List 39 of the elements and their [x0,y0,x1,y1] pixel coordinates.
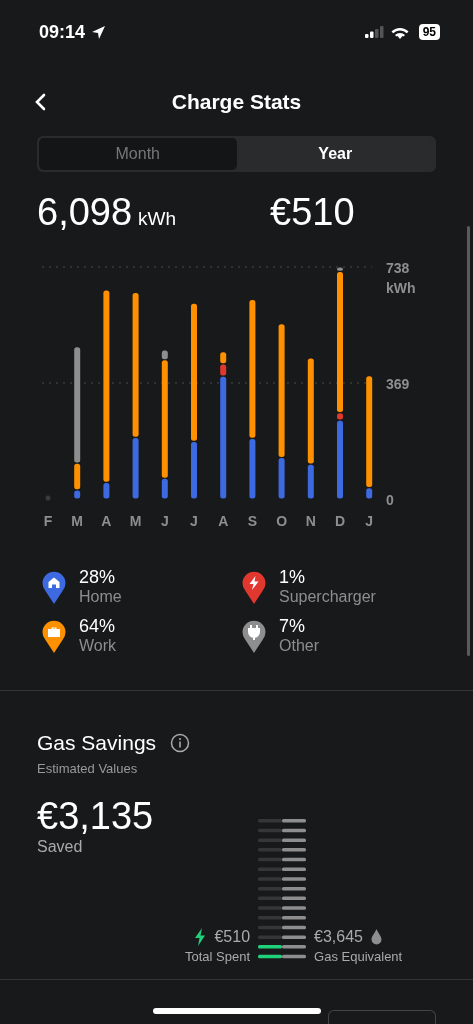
gas-label: Gas Equivalent [314,948,403,964]
y-tick-label: 369 [386,376,410,392]
month-label: M [129,513,142,529]
savings-amount: €3,135 [37,794,155,838]
month-label: J [190,513,198,529]
month-label: A [218,513,229,529]
cost-total: €510 [270,190,355,234]
location-type-label: Supercharger [279,588,376,606]
location-type-label: Home [79,588,122,606]
location-type-label: Other [279,637,319,655]
month-label: D [334,513,346,529]
location-type-label: Work [79,637,117,655]
share-percent: 1% [279,567,306,588]
month-label: J [160,513,169,529]
y-tick-label: 738 [386,260,410,276]
share-percent: 64% [79,616,117,637]
month-label: A [101,513,112,529]
month-label: S [247,513,258,529]
share-percent: 28% [79,567,117,588]
month-label: F [43,513,53,529]
spent-label: Total Spent [185,948,251,964]
page-title: Charge Stats [171,90,302,114]
month-label: J [365,513,374,529]
battery-level: 95 [418,24,440,40]
y-axis-unit: kWh [386,280,416,296]
section-subtitle: Estimated Values [37,761,139,776]
status-time: 09:14 [39,21,86,43]
section-title: Gas Savings [37,731,157,755]
month-label: O [276,513,288,529]
period-tab[interactable]: Month [39,138,237,170]
energy-total: 6,098 [37,190,133,234]
month-label: M [71,513,84,529]
gas-amount: €3,645 [314,927,363,946]
energy-unit: kWh [138,208,177,230]
month-label: N [305,513,316,529]
spent-amount: €510 [214,927,251,946]
y-tick-label: 0 [386,492,394,508]
share-percent: 7% [279,616,306,637]
savings-label: Saved [37,838,84,856]
